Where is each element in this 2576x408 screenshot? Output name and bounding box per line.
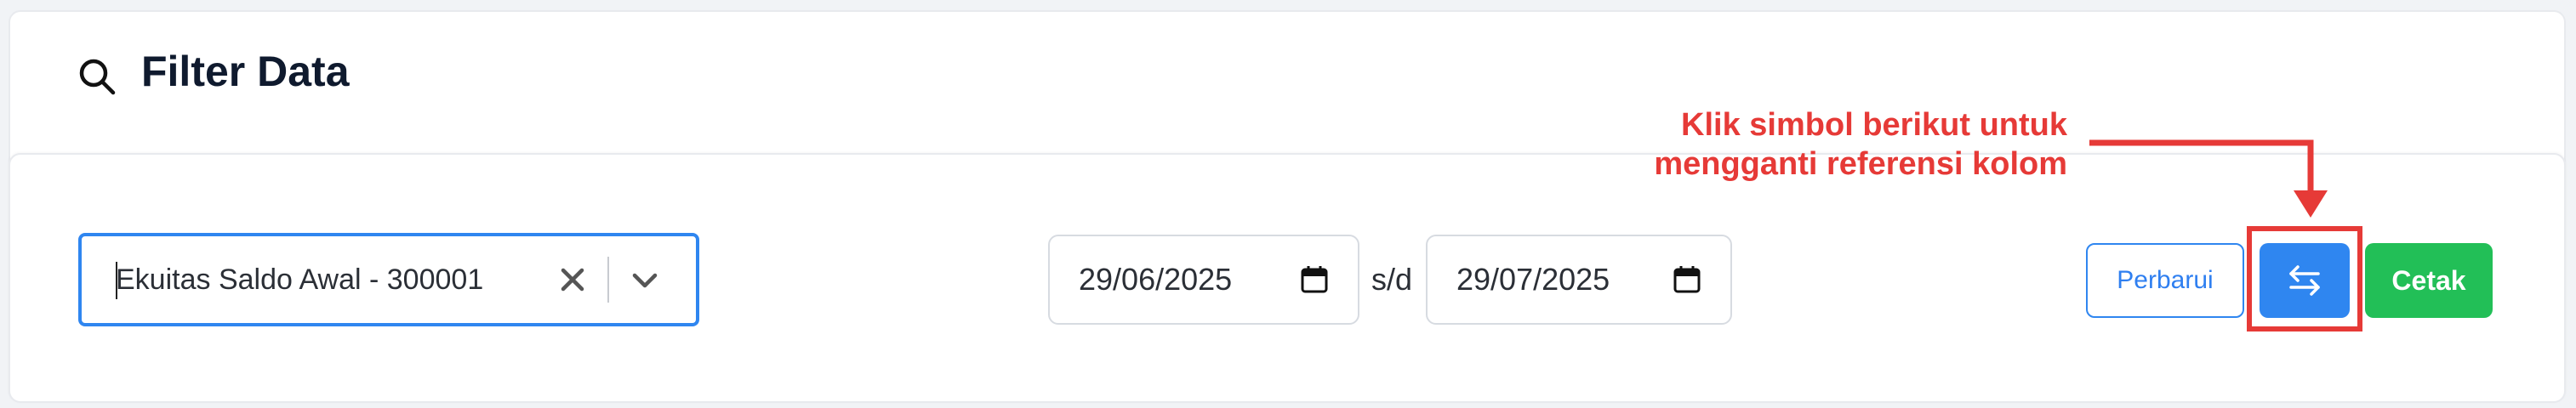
swap-columns-button[interactable] [2260,243,2350,318]
calendar-icon[interactable] [1673,265,1701,294]
account-select-value: Ekuitas Saldo Awal - 300001 [116,264,484,296]
date-from-input[interactable]: 29/06/2025 [1048,235,1359,325]
date-to-input[interactable]: 29/07/2025 [1426,235,1732,325]
annotation-arrow [2089,139,2328,218]
print-button[interactable]: Cetak [2365,243,2493,318]
annotation-line-1: Klik simbol berikut untuk [1681,107,2067,143]
annotation-text: Klik simbol berikut untuk mengganti refe… [1654,105,2067,184]
date-to-value: 29/07/2025 [1456,262,1610,297]
date-range-separator: s/d [1371,262,1413,297]
annotation-line-2: mengganti referensi kolom [1654,146,2067,182]
date-from-value: 29/06/2025 [1079,262,1233,297]
account-select[interactable]: Ekuitas Saldo Awal - 300001 [78,233,699,326]
page-title: Filter Data [141,48,350,95]
chevron-down-icon[interactable] [628,264,662,298]
calendar-icon[interactable] [1300,265,1329,294]
select-divider [607,257,609,303]
close-icon[interactable] [556,264,589,296]
swap-arrows-icon [2289,265,2320,296]
refresh-button[interactable]: Perbarui [2086,243,2244,318]
search-icon [79,59,116,95]
